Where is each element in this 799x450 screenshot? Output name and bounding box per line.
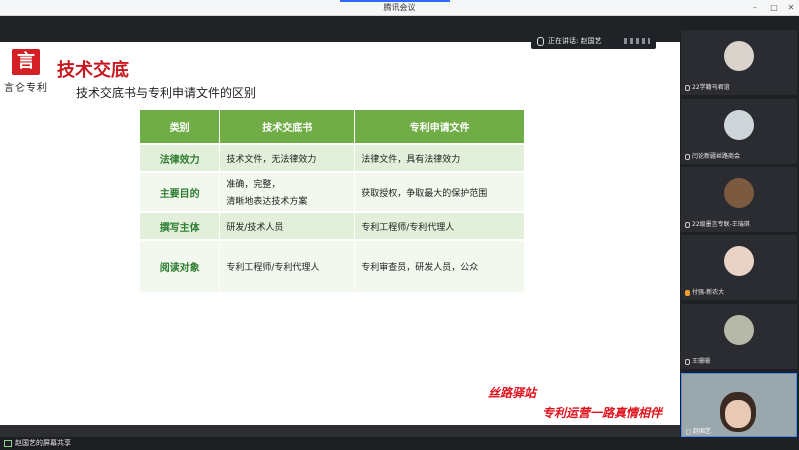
participant-tile[interactable]: 22级墨言专联-王瑞琪 [681, 167, 797, 232]
minimize-icon[interactable]: – [749, 2, 761, 14]
speaker-video-face [725, 400, 751, 428]
screen-share-label: 赵国艺的屏幕共享 [15, 439, 71, 447]
table-row: 撰写主体 研发/技术人员 专利工程师/专利代理人 [140, 211, 525, 240]
avatar [724, 178, 754, 208]
company-logo: 言 [12, 49, 40, 75]
avatar [724, 315, 754, 345]
avatar [724, 41, 754, 71]
microphone-icon [685, 153, 690, 160]
audio-wave-icon [624, 38, 650, 44]
row-application: 专利审查员，研发人员，公众 [354, 239, 525, 292]
row-disclosure-line2: 清晰地表达技术方案 [226, 197, 308, 207]
microphone-icon [685, 358, 690, 365]
row-category: 法律效力 [140, 143, 221, 172]
microphone-icon [537, 36, 544, 46]
speaking-label: 正在讲话: 赵国艺 [548, 37, 602, 45]
row-application: 获取授权，争取最大的保护范围 [354, 171, 525, 212]
title-bar: 腾讯会议 – □ ✕ [0, 0, 799, 16]
row-disclosure-line1: 准确，完整， [226, 180, 281, 190]
microphone-icon [686, 428, 691, 435]
microphone-icon [685, 289, 690, 296]
row-category: 主要目的 [140, 171, 221, 212]
row-disclosure: 准确，完整， 清晰地表达技术方案 [219, 171, 356, 212]
screen-share-status[interactable]: 赵国艺的屏幕共享 [4, 438, 71, 448]
close-icon[interactable]: ✕ [785, 2, 797, 14]
screen-share-icon [4, 439, 12, 447]
microphone-icon [685, 221, 690, 228]
calligraphy-line-1: 丝路驿站 [488, 386, 537, 400]
company-logo-text: 言仑专利 [4, 83, 48, 94]
participant-tile[interactable]: 王珊珊 [681, 304, 797, 369]
participant-tile[interactable]: 22学籍马君谊 [681, 30, 797, 95]
header-category: 类别 [140, 110, 221, 144]
participant-tile[interactable]: 闫论新疆丝路商会 [681, 99, 797, 164]
row-disclosure: 技术文件，无法律效力 [219, 143, 356, 172]
row-application: 法律文件，具有法律效力 [354, 143, 525, 172]
participant-name: 王珊珊 [692, 358, 711, 365]
row-category: 阅读对象 [140, 239, 221, 292]
row-disclosure: 专利工程师/专利代理人 [219, 239, 356, 292]
bottom-bar: 赵国艺的屏幕共享 [0, 437, 680, 450]
avatar [724, 110, 754, 140]
microphone-icon [685, 84, 690, 91]
header-disclosure: 技术交底书 [219, 110, 356, 144]
participant-sidebar: 22学籍马君谊 闫论新疆丝路商会 22级墨言专联-王瑞琪 付强-新农大 王珊珊 … [680, 16, 799, 450]
participant-tile[interactable]: 付强-新农大 [681, 235, 797, 300]
participant-name: 22级墨言专联-王瑞琪 [692, 221, 750, 228]
row-category: 撰写主体 [140, 211, 221, 240]
calligraphy-line-2: 专利运营一路真情相伴 [542, 406, 663, 420]
table-row: 阅读对象 专利工程师/专利代理人 专利审查员，研发人员，公众 [140, 239, 525, 292]
table-header-row: 类别 技术交底书 专利申请文件 [140, 110, 525, 144]
participant-tile-active-speaker[interactable]: 赵国艺 [681, 373, 797, 437]
shared-slide: 言 言仑专利 技术交底 技术交底书与专利申请文件的区别 类别 技术交底书 专利申… [0, 42, 680, 425]
comparison-table: 类别 技术交底书 专利申请文件 法律效力 技术文件，无法律效力 法律文件，具有法… [140, 110, 525, 292]
window-title: 腾讯会议 [383, 3, 416, 12]
participant-name: 闫论新疆丝路商会 [692, 153, 741, 160]
table-row: 法律效力 技术文件，无法律效力 法律文件，具有法律效力 [140, 143, 525, 172]
participant-name: 赵国艺 [693, 428, 712, 435]
header-application: 专利申请文件 [354, 110, 525, 144]
speaking-indicator: 正在讲话: 赵国艺 [531, 33, 656, 49]
maximize-icon[interactable]: □ [768, 2, 780, 14]
row-disclosure: 研发/技术人员 [219, 211, 356, 240]
slide-title: 技术交底 [57, 60, 129, 81]
avatar [724, 246, 754, 276]
participant-name: 付强-新农大 [692, 289, 725, 296]
row-application: 专利工程师/专利代理人 [354, 211, 525, 240]
table-row: 主要目的 准确，完整， 清晰地表达技术方案 获取授权，争取最大的保护范围 [140, 171, 525, 212]
slide-subtitle: 技术交底书与专利申请文件的区别 [76, 86, 257, 100]
participant-name: 22学籍马君谊 [692, 84, 730, 91]
